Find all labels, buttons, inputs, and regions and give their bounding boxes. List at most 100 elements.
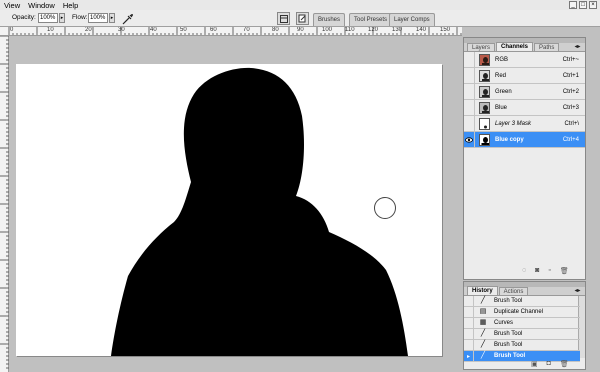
close-icon[interactable]: × (589, 1, 597, 9)
load-selection-icon[interactable]: ◌ (522, 267, 526, 275)
flow-dropdown-icon[interactable]: ▸ (109, 13, 115, 23)
tab-tool-presets[interactable]: Tool Presets (349, 13, 393, 26)
brush-icon: ╱ (480, 352, 486, 359)
flow-label: Flow: (72, 14, 88, 21)
history-name: Duplicate Channel (494, 309, 544, 315)
channel-row[interactable]: Green Ctrl+2 (464, 84, 585, 100)
channels-panel: Layers Channels Paths ◂▸ RGB Ctrl+~ Red … (463, 37, 586, 280)
channel-shortcut: Ctrl+1 (562, 72, 579, 79)
ruler-label: 120 (368, 27, 379, 33)
ruler-ticks (0, 35, 9, 369)
history-tabbar: History Actions ◂▸ (464, 286, 585, 296)
history-snapshot-toggle[interactable] (464, 329, 474, 339)
canvas-area[interactable] (9, 36, 462, 372)
opacity-dropdown-icon[interactable]: ▸ (59, 13, 65, 23)
history-panel: History Actions ◂▸ ╱ Brush Tool ▤ Duplic… (463, 281, 586, 370)
tab-layers[interactable]: Layers (467, 43, 496, 51)
ruler-label: 80 (272, 27, 279, 33)
channel-shortcut: Ctrl+4 (562, 136, 579, 143)
history-row[interactable]: ╱ Brush Tool (464, 296, 580, 307)
ruler-label: 30 (118, 27, 125, 33)
ruler-label: 90 (297, 27, 304, 33)
visibility-toggle[interactable] (464, 116, 475, 131)
ruler-label: 20 (85, 27, 92, 33)
palette-well-icon[interactable] (277, 12, 290, 25)
channel-name: RGB (495, 56, 509, 63)
history-snapshot-toggle[interactable] (464, 296, 474, 306)
history-row[interactable]: ▦ Curves (464, 318, 580, 329)
history-row[interactable]: ╱ Brush Tool (464, 329, 580, 340)
tab-history[interactable]: History (467, 286, 498, 295)
history-snapshot-toggle[interactable] (464, 307, 474, 317)
ruler-label: 70 (243, 27, 250, 33)
visibility-toggle[interactable] (464, 68, 475, 83)
channel-thumbnail (479, 53, 490, 66)
save-selection-icon[interactable]: ◙ (535, 267, 539, 275)
channel-name: Layer 3 Mask (495, 120, 532, 127)
menu-view[interactable]: View (0, 1, 24, 10)
vertical-ruler (0, 35, 9, 372)
minimize-icon[interactable]: _ (569, 1, 577, 9)
trash-icon[interactable]: 🗑 (560, 360, 569, 368)
brush-icon: ╱ (480, 297, 486, 304)
ruler-label: 100 (322, 27, 333, 33)
channel-name: Blue (495, 104, 508, 111)
file-browser-icon[interactable] (296, 12, 309, 25)
ruler-label: 150 (440, 27, 451, 33)
menu-window[interactable]: Window (24, 1, 59, 10)
channel-name: Green (495, 88, 512, 95)
opacity-label: Opacity: (12, 14, 36, 21)
channel-thumbnail (479, 69, 490, 82)
panel-menu-icon[interactable]: ◂▸ (573, 44, 582, 51)
opacity-field[interactable]: 100% (38, 13, 58, 23)
brush-icon: ╱ (480, 341, 486, 348)
brush-icon: ╱ (480, 330, 486, 337)
restore-icon[interactable]: □ (579, 1, 587, 9)
history-snapshot-toggle[interactable] (464, 340, 474, 350)
channel-row[interactable]: Layer 3 Mask Ctrl+\ (464, 116, 585, 132)
history-row[interactable]: ╱ Brush Tool (464, 340, 580, 351)
options-bar: Opacity: 100% ▸ Flow: 100% ▸ Brushes Too… (0, 10, 600, 27)
channel-row[interactable]: RGB Ctrl+~ (464, 52, 585, 68)
visibility-toggle[interactable] (464, 84, 475, 99)
snapshot-icon[interactable]: ◘ (547, 360, 551, 368)
channels-footer: ◌ ◙ ▫ 🗑 (522, 267, 569, 275)
history-name: Curves (494, 320, 514, 326)
ruler-label: 140 (416, 27, 427, 33)
flow-field[interactable]: 100% (88, 13, 108, 23)
eye-icon[interactable] (464, 132, 475, 147)
tab-actions[interactable]: Actions (498, 287, 529, 295)
channel-shortcut: Ctrl+3 (562, 104, 579, 111)
channel-thumbnail (479, 101, 490, 114)
channel-row[interactable]: Blue Ctrl+3 (464, 100, 585, 116)
history-name: Brush Tool (494, 331, 523, 337)
channel-thumbnail (479, 117, 490, 130)
trash-icon[interactable]: 🗑 (560, 267, 569, 275)
channel-row[interactable]: Red Ctrl+1 (464, 68, 585, 84)
ruler-label: 40 (150, 27, 157, 33)
new-channel-icon[interactable]: ▫ (548, 267, 550, 275)
history-name: Brush Tool (494, 298, 523, 304)
channel-thumbnail (479, 85, 490, 98)
history-footer: ▣ ◘ 🗑 (531, 360, 569, 368)
history-row[interactable]: ▤ Duplicate Channel (464, 307, 580, 318)
brush-cursor (374, 197, 396, 219)
channel-icon: ▤ (479, 308, 487, 315)
tab-paths[interactable]: Paths (534, 43, 560, 51)
tab-brushes[interactable]: Brushes (313, 13, 346, 26)
ruler-label: 50 (180, 27, 187, 33)
history-name: Brush Tool (494, 342, 523, 348)
channel-row-selected[interactable]: Blue copy Ctrl+4 (464, 132, 585, 148)
ruler-label: 0 (10, 27, 14, 33)
tab-channels[interactable]: Channels (496, 42, 534, 51)
new-document-icon[interactable]: ▣ (531, 360, 538, 368)
visibility-toggle[interactable] (464, 52, 475, 67)
menu-help[interactable]: Help (59, 1, 82, 10)
visibility-toggle[interactable] (464, 100, 475, 115)
history-state-marker[interactable]: ▸ (464, 351, 474, 361)
menu-bar: View Window Help _ □ × (0, 0, 600, 10)
airbrush-icon[interactable] (121, 12, 134, 25)
tab-layer-comps[interactable]: Layer Comps (389, 13, 435, 26)
panel-menu-icon[interactable]: ◂▸ (573, 288, 582, 295)
history-snapshot-toggle[interactable] (464, 318, 474, 328)
